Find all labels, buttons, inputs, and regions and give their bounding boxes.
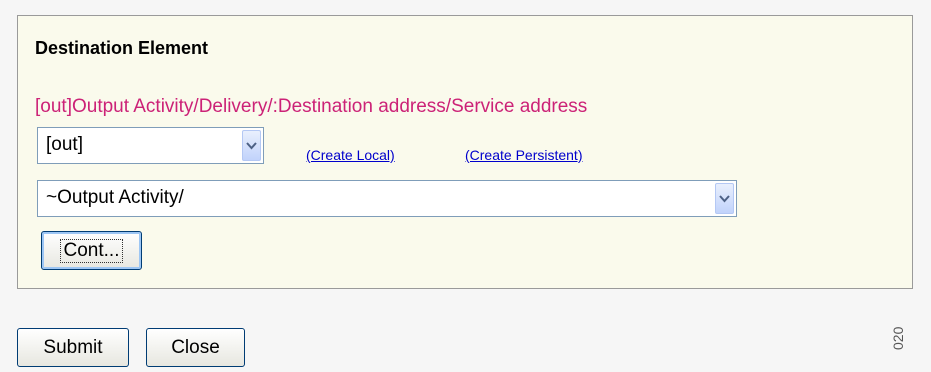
submit-button[interactable]: Submit — [17, 328, 129, 367]
element-select-value: ~Output Activity/ — [46, 187, 184, 208]
continue-button[interactable]: Cont... — [41, 231, 142, 270]
create-local-link[interactable]: (Create Local) — [306, 147, 395, 163]
element-select[interactable]: ~Output Activity/ — [37, 180, 737, 217]
continue-button-label: Cont... — [59, 238, 124, 263]
close-button[interactable]: Close — [146, 328, 245, 367]
chevron-down-icon[interactable] — [715, 183, 734, 214]
scope-select[interactable]: [out] — [37, 127, 264, 164]
create-persistent-link[interactable]: (Create Persistent) — [465, 147, 582, 163]
chevron-down-icon[interactable] — [242, 130, 261, 161]
scope-select-value: [out] — [46, 134, 83, 155]
figure-number: 020 — [890, 326, 906, 350]
element-path-text: [out]Output Activity/Delivery/:Destinati… — [35, 96, 588, 117]
destination-element-panel: Destination Element [out]Output Activity… — [17, 15, 913, 289]
panel-title: Destination Element — [35, 38, 209, 58]
